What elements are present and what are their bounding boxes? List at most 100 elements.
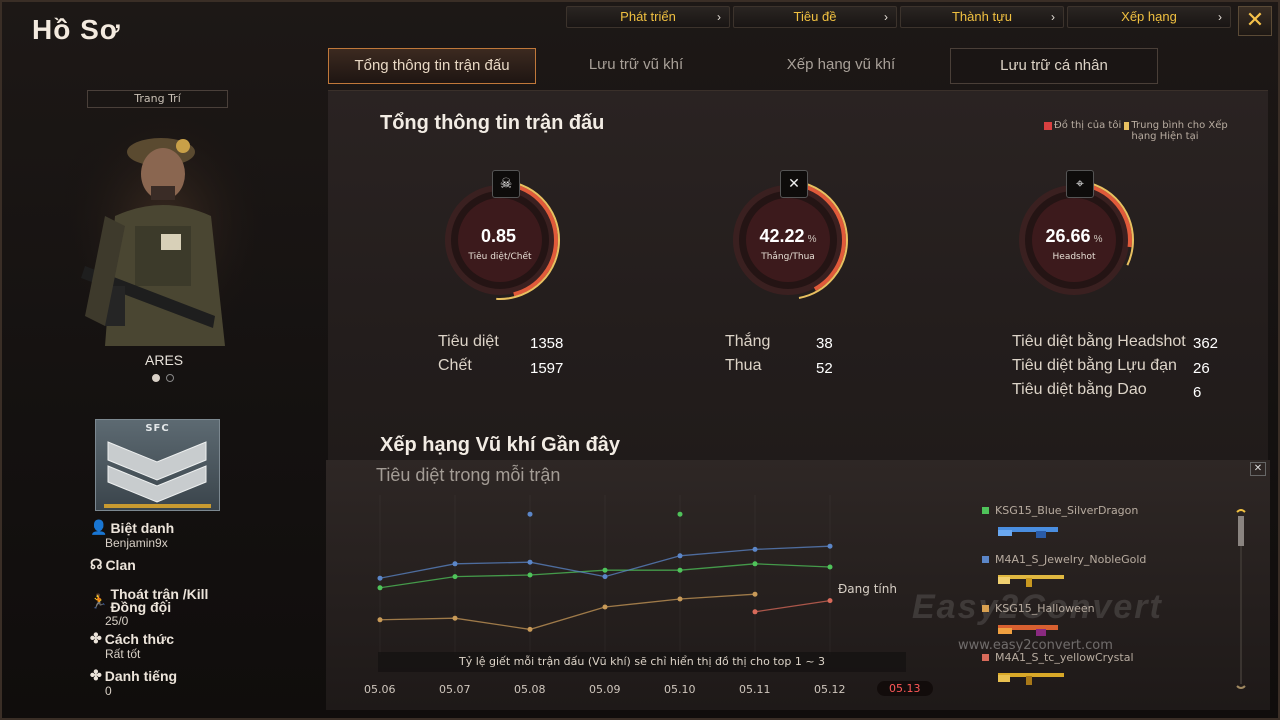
gauge-number: 26.66 — [1045, 226, 1091, 246]
window-title: Hồ Sơ — [32, 14, 121, 45]
data-point[interactable] — [527, 559, 533, 565]
data-point[interactable] — [527, 572, 533, 578]
data-point[interactable] — [827, 564, 833, 570]
weapon-list-item[interactable]: KSG15_Blue_SilverDragon — [982, 504, 1222, 553]
data-point[interactable] — [827, 598, 833, 604]
gauge-number: 0.85 — [480, 226, 517, 246]
decoration-button[interactable]: Trang Trí — [87, 90, 228, 108]
gauge-value: 0.85 — [436, 226, 564, 247]
data-point[interactable] — [677, 553, 683, 559]
clover-icon: ✤ — [90, 667, 102, 683]
data-point[interactable] — [527, 511, 533, 517]
gauge-kd: ☠ 0.85 Tiêu diệt/Chết — [436, 170, 576, 320]
x-tick-label: 05.11 — [739, 683, 771, 696]
weapon-name: KSG15_Blue_SilverDragon — [995, 504, 1139, 517]
tab-weapon-ranking[interactable]: Xếp hạng vũ khí — [736, 48, 946, 84]
gauge-value: 26.66% — [1010, 226, 1138, 247]
data-point[interactable] — [752, 561, 758, 567]
data-point[interactable] — [602, 567, 608, 573]
nav-label: Phát triển — [620, 9, 676, 24]
fame-block: ✤ Danh tiếng 0 — [90, 667, 177, 698]
rifle-yellow-icon — [998, 673, 1064, 685]
clover-icon: ✤ — [90, 630, 102, 646]
data-point[interactable] — [677, 596, 683, 602]
chevron-right-icon: › — [1218, 10, 1222, 24]
data-point[interactable] — [377, 617, 383, 623]
series-line — [754, 599, 831, 613]
data-point[interactable] — [677, 511, 683, 517]
gauge-winrate: ✕ 42.22% Thắng/Thua — [724, 170, 864, 320]
weapon-ranking-title: Xếp hạng Vũ khí Gần đây — [380, 434, 621, 456]
wins-label: Thắng — [725, 333, 771, 350]
pager-dot[interactable] — [166, 374, 174, 382]
x-tick-label: 05.09 — [589, 683, 621, 696]
data-point[interactable] — [602, 574, 608, 580]
data-point[interactable] — [677, 567, 683, 573]
x-tick-label: 05.08 — [514, 683, 546, 696]
manner-block: ✤ Cách thức Rất tốt — [90, 630, 174, 661]
knife-kills-value: 6 — [1193, 384, 1202, 401]
data-point[interactable] — [602, 604, 608, 610]
series-line — [379, 593, 756, 631]
data-point[interactable] — [452, 574, 458, 580]
weapon-name: M4A1_S_Jewelry_NobleGold — [995, 553, 1147, 566]
chart-note: Tỷ lệ giết mỗi trận đấu (Vũ khí) sẽ chỉ … — [378, 652, 906, 672]
tab-bar: Tổng thông tin trận đấu Lưu trữ vũ khí X… — [328, 48, 1158, 84]
kills-label: Tiêu diệt — [438, 333, 499, 350]
series-swatch — [982, 556, 989, 563]
legend-average: Trung bình cho Xếp hạng Hiện tại — [1124, 120, 1234, 142]
data-point[interactable] — [377, 575, 383, 581]
legend-mine: Đồ thị của tôi — [1044, 120, 1121, 131]
kills-per-match-chart — [377, 495, 833, 655]
fame-value: 0 — [105, 684, 112, 698]
nav-development-button[interactable]: Phát triển › — [566, 6, 730, 28]
rank-badge: SFC — [95, 419, 220, 511]
losses-label: Thua — [725, 357, 762, 374]
x-tick-label: 05.10 — [664, 683, 696, 696]
chevron-right-icon: › — [1051, 10, 1055, 24]
character-pager — [152, 374, 174, 382]
data-point[interactable] — [752, 591, 758, 597]
weapon-list-item[interactable]: KSG15_Halloween — [982, 602, 1222, 651]
data-point[interactable] — [452, 561, 458, 567]
wins-value: 38 — [816, 335, 833, 352]
series-swatch — [982, 507, 989, 514]
gauge-label: Headshot — [1052, 252, 1096, 262]
gauge-label: Thắng/Thua — [761, 252, 815, 262]
pending-label: Đang tính — [838, 582, 897, 596]
nav-titles-button[interactable]: Tiêu đề › — [733, 6, 897, 28]
skull-icon: ☠ — [492, 170, 520, 198]
chart-legend: Đồ thị của tôi Trung bình cho Xếp hạng H… — [1044, 120, 1234, 142]
weapon-list-scrollbar[interactable] — [1236, 508, 1246, 690]
pager-dot[interactable] — [152, 374, 160, 382]
close-button[interactable]: ✕ — [1238, 6, 1272, 36]
summary-title: Tổng thông tin trận đấu — [380, 112, 605, 134]
nav-label: Tiêu đề — [793, 9, 837, 24]
nav-ranking-button[interactable]: Xếp hạng › — [1067, 6, 1231, 28]
gauge-value: 42.22% — [724, 226, 852, 247]
gauge-number: 42.22 — [759, 226, 805, 246]
rank-badge-label: SFC — [145, 423, 170, 434]
tab-personal-archive[interactable]: Lưu trữ cá nhân — [950, 48, 1158, 84]
manner-value: Rất tốt — [105, 647, 141, 661]
quit-block: 🏃 Thoát trận /Kill Đồng đội 25/0 — [90, 587, 230, 628]
data-point[interactable] — [377, 585, 383, 591]
data-point[interactable] — [752, 609, 758, 615]
profile-sidebar: Trang Trí ARES SFC 👤 Biệt danh Benjamin9… — [10, 80, 325, 710]
chart-title: Tiêu diệt trong mỗi trận — [376, 465, 561, 485]
chart-close-button[interactable]: ✕ — [1250, 462, 1266, 476]
data-point[interactable] — [827, 543, 833, 549]
weapon-list-item[interactable]: M4A1_S_tc_yellowCrystal — [982, 651, 1222, 700]
data-point[interactable] — [752, 546, 758, 552]
tab-match-summary[interactable]: Tổng thông tin trận đấu — [328, 48, 536, 84]
headshot-kills-label: Tiêu diệt bằng Headshot — [1012, 333, 1186, 350]
clan-icon: ☊ — [90, 556, 103, 572]
weapon-list-item[interactable]: M4A1_S_Jewelry_NobleGold — [982, 553, 1222, 602]
data-point[interactable] — [452, 615, 458, 621]
legend-swatch — [1044, 122, 1052, 130]
nav-achievements-button[interactable]: Thành tựu › — [900, 6, 1064, 28]
tab-weapon-archive[interactable]: Lưu trữ vũ khí — [536, 48, 736, 84]
deaths-value: 1597 — [530, 360, 564, 377]
gauge-ring — [440, 180, 560, 300]
data-point[interactable] — [527, 626, 533, 632]
